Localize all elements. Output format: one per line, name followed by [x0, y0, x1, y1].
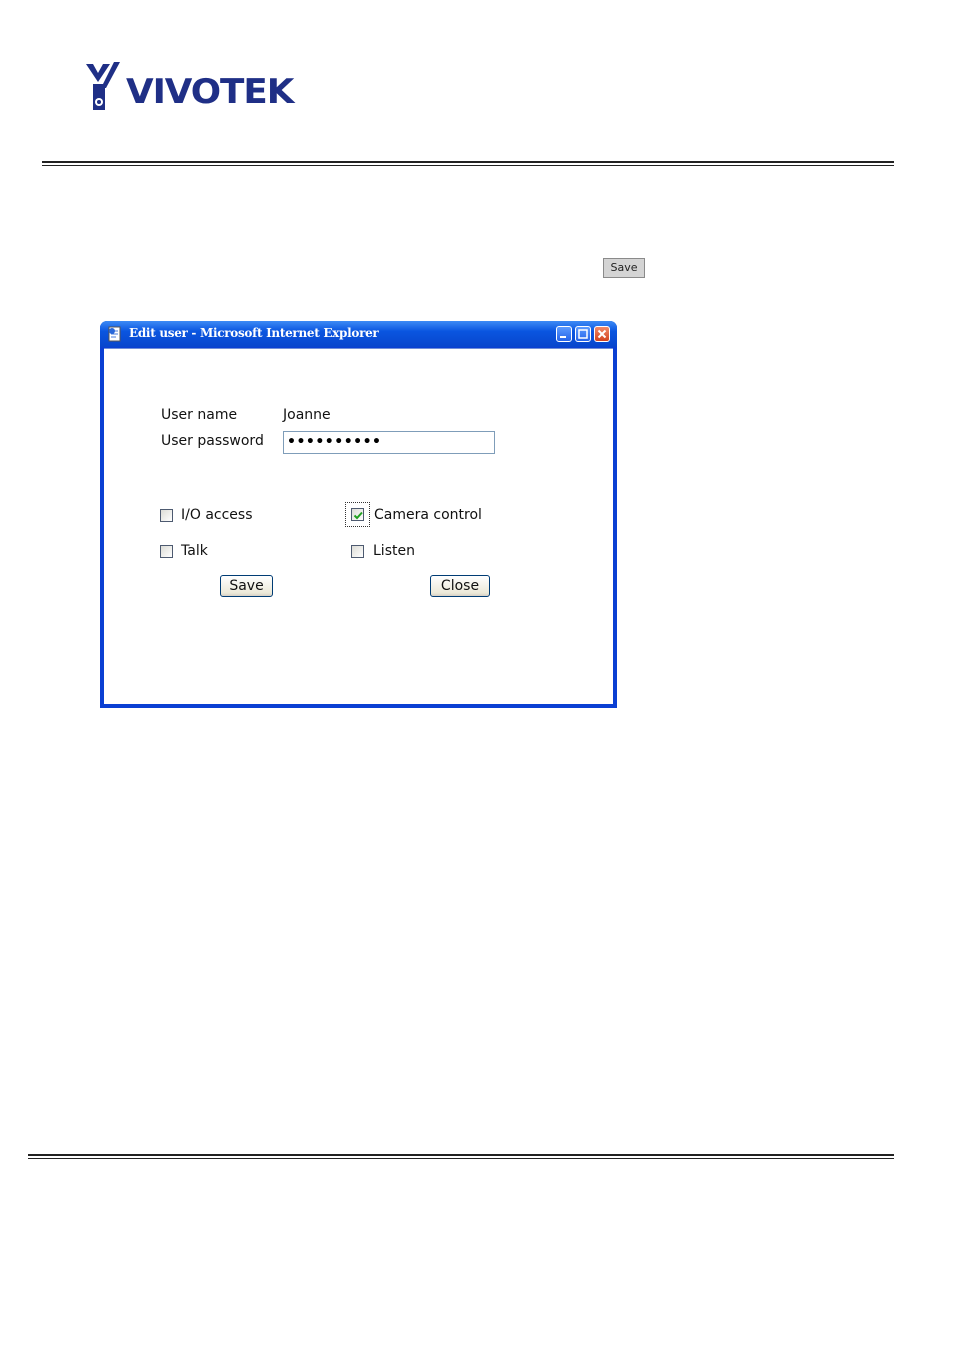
camera-control-label: Camera control: [374, 507, 482, 523]
camera-logo-icon: [86, 62, 120, 110]
footer-divider: [28, 1154, 894, 1156]
title-bar[interactable]: Edit user - Microsoft Internet Explorer: [100, 321, 617, 347]
minimize-icon: [560, 336, 566, 338]
window-title: Edit user - Microsoft Internet Explorer: [129, 326, 379, 340]
checkmark-icon: [353, 511, 363, 520]
window-close-button[interactable]: [594, 326, 610, 342]
logo-text: VIVOTEK: [126, 72, 294, 112]
username-label: User name: [161, 407, 238, 423]
password-label: User password: [161, 433, 264, 449]
listen-label: Listen: [373, 543, 415, 559]
maximize-button[interactable]: [575, 326, 591, 342]
footer-divider-thin: [28, 1158, 894, 1159]
talk-label: Talk: [181, 543, 208, 559]
password-field[interactable]: ••••••••••: [283, 431, 495, 454]
vivotek-logo: VIVOTEK: [84, 62, 294, 114]
io-access-label: I/O access: [181, 507, 253, 523]
minimize-button[interactable]: [556, 326, 572, 342]
maximize-icon: [578, 329, 588, 339]
header-divider: [42, 161, 894, 163]
talk-checkbox[interactable]: [160, 545, 173, 558]
close-button[interactable]: Close: [430, 575, 490, 597]
io-access-checkbox[interactable]: [160, 509, 173, 522]
listen-checkbox[interactable]: [351, 545, 364, 558]
save-button[interactable]: Save: [220, 575, 273, 597]
username-value: Joanne: [283, 407, 331, 423]
header-divider-thin: [42, 165, 894, 166]
camera-control-checkbox[interactable]: [351, 508, 364, 521]
ie-page-icon: [108, 326, 121, 342]
close-icon: [597, 329, 607, 339]
inline-save-button[interactable]: Save: [603, 258, 645, 278]
